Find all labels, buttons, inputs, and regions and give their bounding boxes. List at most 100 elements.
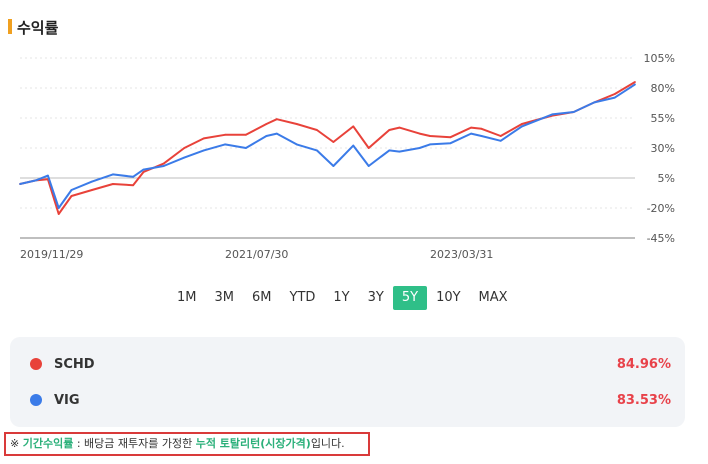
legend-name-vig: VIG: [54, 392, 80, 408]
data-point-schd: [142, 171, 145, 173]
chart-gridlines: [20, 57, 635, 239]
return-chart[interactable]: 105% 80% 55% 30% 5% -20% -45% 2019/11/29 2021/0…: [0, 40, 708, 265]
data-point-vig: [275, 132, 278, 135]
data-point-vig: [551, 113, 554, 116]
data-point-vig: [398, 150, 401, 153]
legend-value-schd: 84.96%: [616, 356, 671, 372]
data-point-vig: [593, 101, 596, 104]
range-button-3m[interactable]: 3M: [206, 286, 244, 310]
range-button-max[interactable]: MAX: [470, 286, 517, 310]
data-point-vig: [57, 207, 60, 209]
data-point-schd: [57, 213, 60, 215]
y-tick-label: 5%: [658, 172, 675, 185]
legend-name-schd: SCHD: [54, 356, 95, 372]
data-point-schd: [91, 189, 93, 191]
y-tick-label: 55%: [651, 112, 675, 125]
data-point-vig: [295, 143, 298, 146]
data-point-vig: [142, 168, 145, 171]
data-point-schd: [183, 147, 186, 149]
data-point-vig: [634, 83, 636, 86]
data-point-vig: [418, 147, 421, 149]
data-point-schd: [162, 162, 165, 165]
series-line-schd: [19, 81, 636, 215]
range-button-3y[interactable]: 3Y: [359, 286, 393, 310]
data-point-vig: [388, 149, 391, 152]
data-point-vig: [265, 135, 268, 137]
data-point-vig: [19, 183, 21, 185]
legend-value-vig: 83.53%: [616, 392, 671, 408]
y-tick-label: -20%: [647, 202, 675, 215]
data-point-vig: [470, 132, 472, 135]
range-button-6m[interactable]: 6M: [243, 286, 281, 310]
data-point-schd: [132, 184, 135, 187]
data-point-schd: [352, 125, 355, 128]
data-point-vig: [224, 143, 226, 146]
data-point-vig: [70, 189, 73, 191]
note-term: 기간수익률: [22, 437, 74, 450]
legend-row-schd: SCHD 84.96%: [30, 353, 671, 375]
data-point-vig: [162, 165, 165, 167]
data-point-vig: [449, 142, 452, 145]
period-selector: 1M 3M 6M YTD 1Y 3Y 5Y 10Y MAX: [168, 286, 517, 310]
data-point-vig: [202, 149, 205, 152]
data-point-schd: [275, 118, 278, 121]
data-point-schd: [367, 147, 370, 149]
range-button-10y[interactable]: 10Y: [427, 286, 469, 310]
note-middle: : 배당금 재투자를 가정한: [73, 437, 196, 450]
data-point-vig: [316, 149, 318, 152]
data-point-schd: [70, 195, 73, 197]
data-point-schd: [316, 129, 318, 131]
range-button-1m[interactable]: 1M: [168, 286, 206, 310]
section-title: 수익률: [17, 19, 59, 37]
range-button-1y[interactable]: 1Y: [324, 286, 358, 310]
data-point-schd: [265, 123, 268, 125]
y-tick-label: 30%: [651, 142, 675, 155]
data-point-schd: [332, 141, 335, 143]
vig-color-dot: [30, 394, 42, 406]
data-point-schd: [521, 123, 523, 125]
y-tick-label: 105%: [644, 52, 675, 65]
data-point-schd: [429, 135, 431, 137]
data-point-vig: [245, 147, 247, 149]
data-point-schd: [398, 126, 401, 129]
data-point-vig: [429, 143, 431, 146]
data-point-schd: [449, 136, 452, 139]
x-tick-label: 2023/03/31: [430, 248, 493, 261]
x-axis-ticks: 2019/11/29 2021/07/30 2023/03/31: [20, 248, 493, 261]
data-point-schd: [202, 137, 205, 140]
legend-panel: SCHD 84.96% VIG 83.53%: [10, 337, 685, 427]
series-line-vig: [19, 83, 636, 209]
data-point-vig: [132, 175, 135, 178]
data-point-vig: [613, 96, 616, 99]
data-point-vig: [183, 156, 186, 159]
data-point-vig: [499, 139, 502, 142]
data-point-vig: [332, 165, 335, 167]
x-tick-label: 2019/11/29: [20, 248, 83, 261]
data-point-vig: [572, 111, 575, 113]
legend-row-vig: VIG 83.53%: [30, 389, 671, 411]
note-highlight: 누적 토탈리턴(시장가격): [195, 437, 311, 450]
series-vig: [19, 83, 636, 209]
data-point-vig: [34, 179, 37, 182]
data-point-schd: [418, 132, 421, 135]
data-point-vig: [352, 144, 355, 147]
data-point-vig: [521, 125, 523, 128]
y-tick-label: 80%: [651, 82, 675, 95]
data-point-schd: [388, 129, 391, 131]
data-point-schd: [245, 133, 247, 136]
data-point-schd: [295, 123, 298, 125]
range-button-ytd[interactable]: YTD: [281, 286, 325, 310]
data-point-schd: [112, 183, 114, 185]
data-point-vig: [112, 173, 114, 176]
note-prefix: ※: [10, 437, 23, 450]
range-button-5y[interactable]: 5Y: [392, 286, 428, 310]
schd-color-dot: [30, 358, 42, 370]
data-point-vig: [367, 165, 370, 167]
y-tick-label: -45%: [647, 232, 675, 245]
data-point-schd: [470, 126, 472, 129]
data-point-schd: [499, 135, 502, 137]
data-point-schd: [480, 127, 483, 130]
disclaimer-note: ※ 기간수익률 : 배당금 재투자를 가정한 누적 토탈리턴(시장가격)입니다.: [4, 432, 370, 456]
data-point-schd: [613, 93, 616, 95]
y-axis-ticks: 105% 80% 55% 30% 5% -20% -45%: [644, 52, 675, 245]
